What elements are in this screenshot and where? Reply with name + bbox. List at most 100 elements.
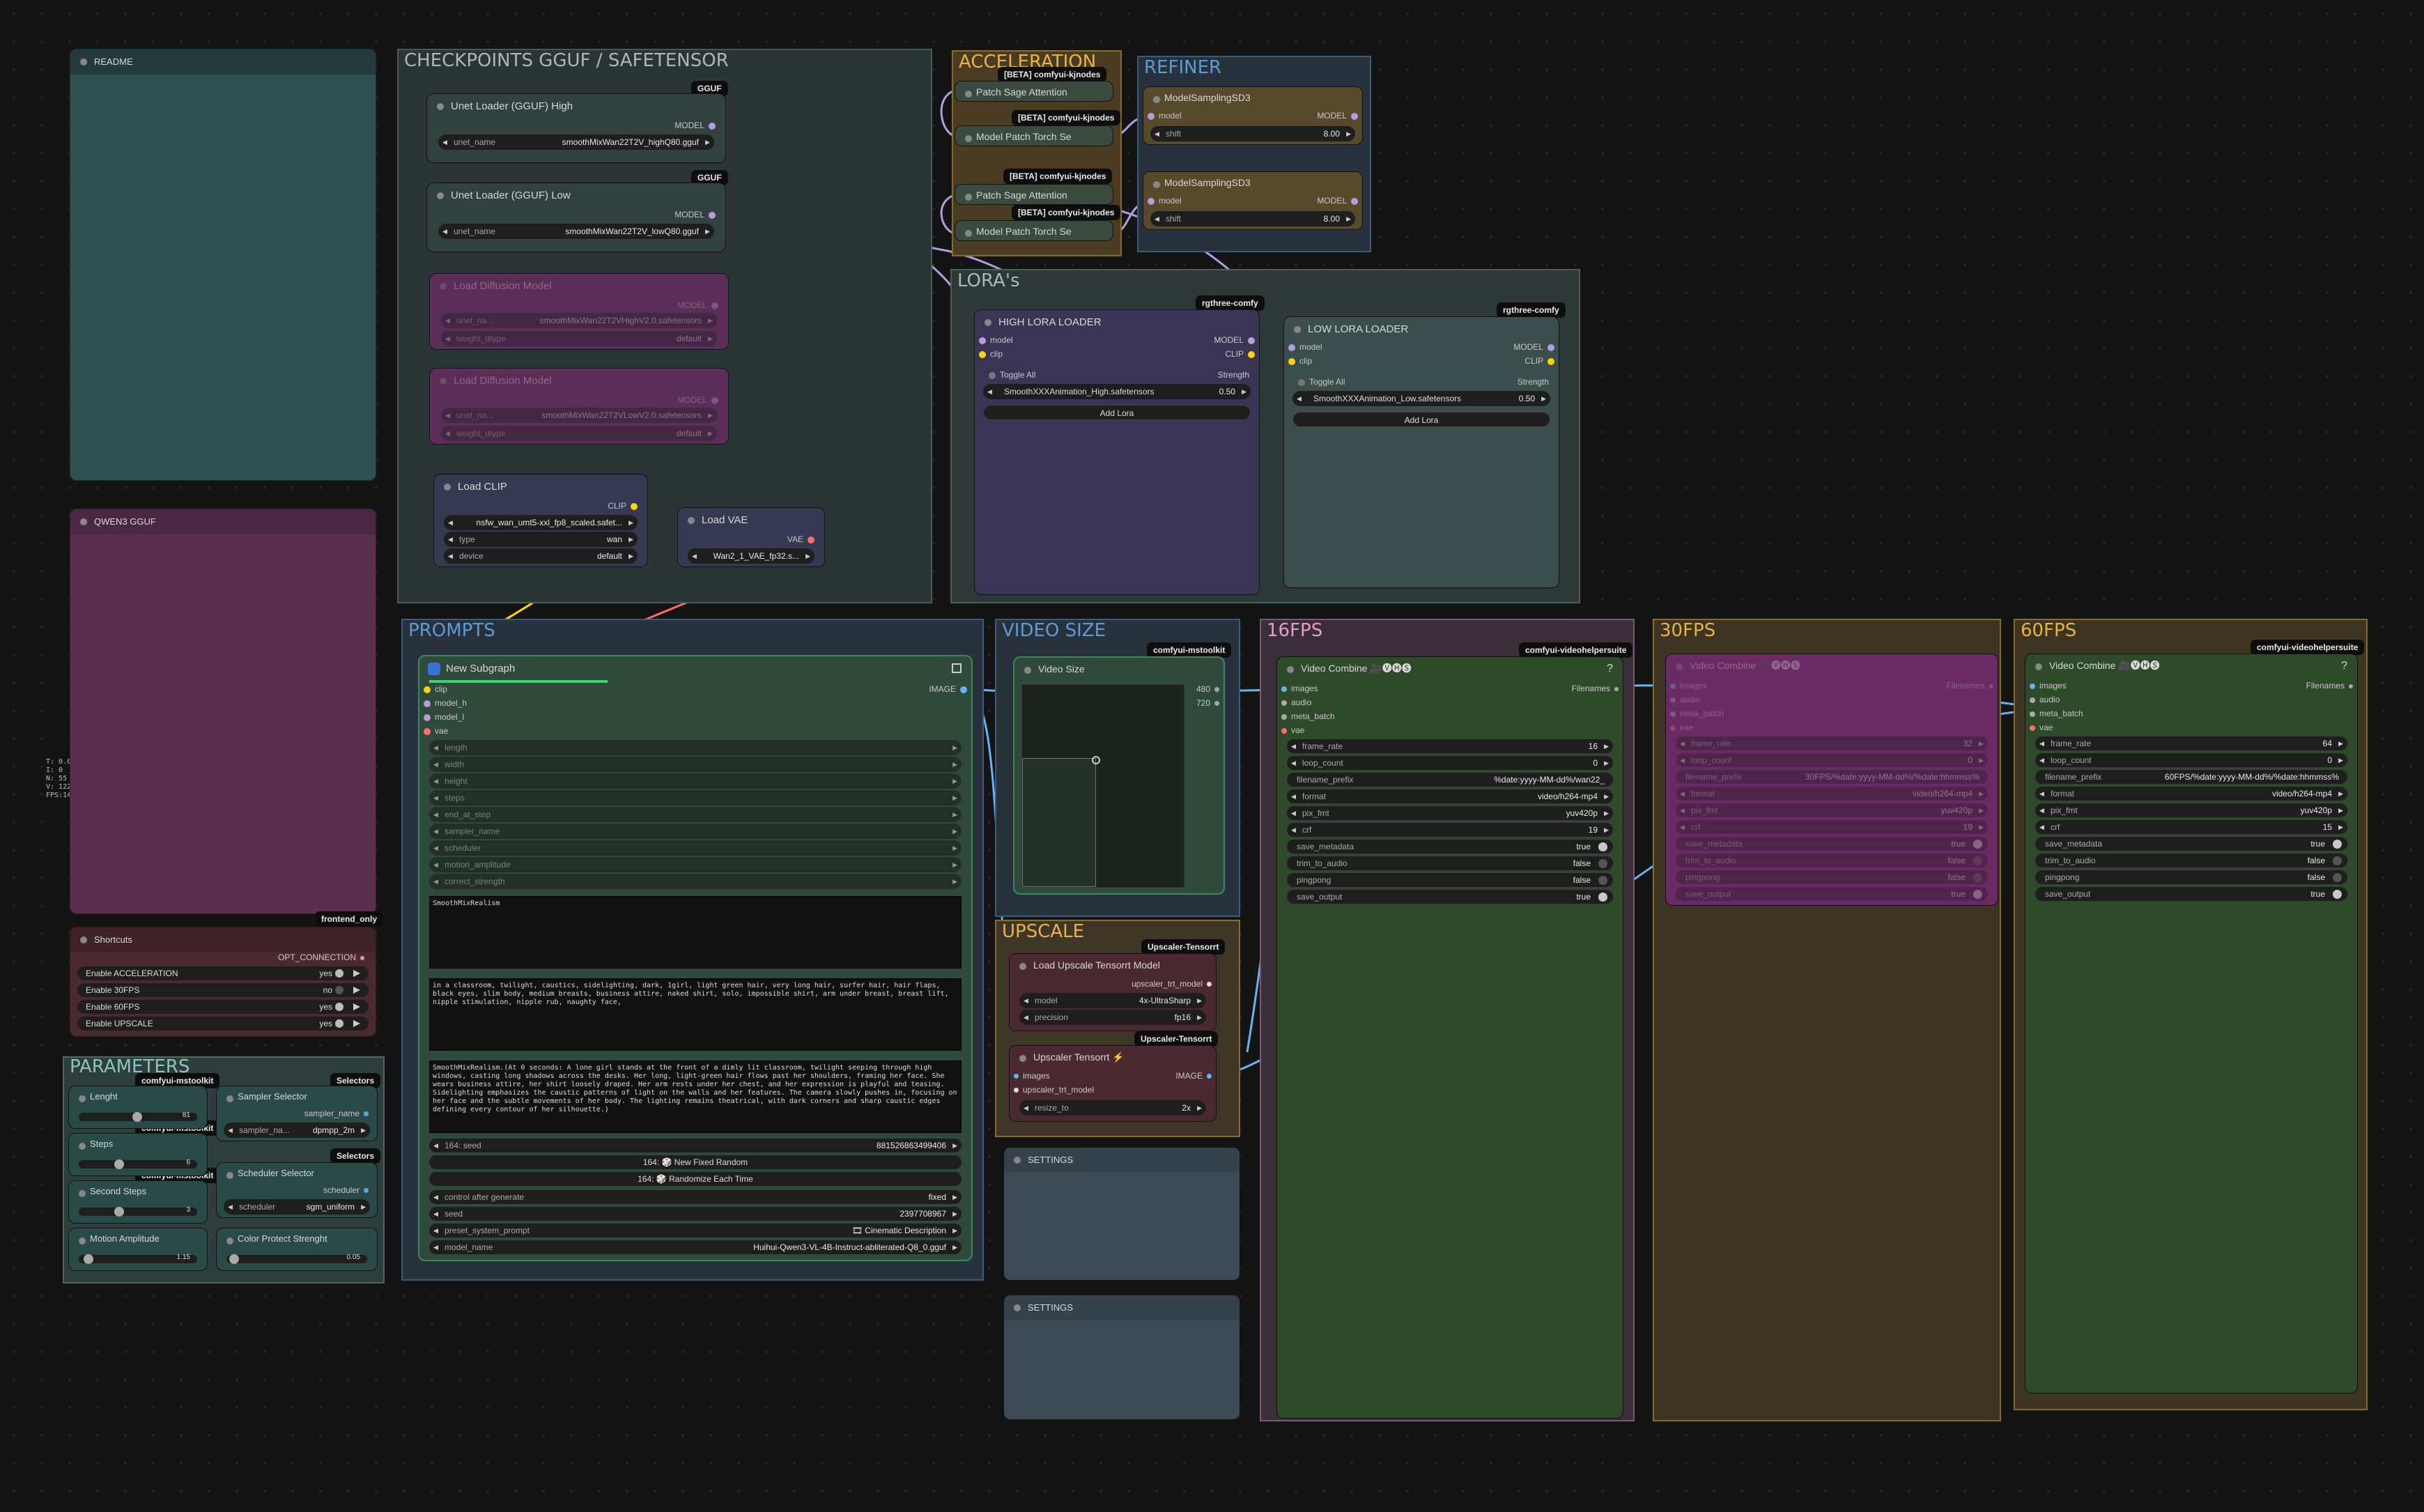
settings-node-1[interactable]: SETTINGS bbox=[1003, 1147, 1240, 1281]
toggle-knob[interactable] bbox=[2333, 840, 2342, 849]
vc30-save-metadata[interactable]: save_metadata true bbox=[1676, 837, 1988, 851]
vc60-trim-to-audio[interactable]: trim_to_audio false bbox=[2035, 854, 2347, 867]
upscaler-trt-out-dot[interactable] bbox=[1207, 982, 1212, 987]
arrow-right-icon[interactable] bbox=[353, 970, 360, 977]
clip-type-widget[interactable]: typewan bbox=[444, 532, 638, 547]
diff2-out-dot[interactable] bbox=[711, 396, 718, 404]
low-lora-add-button[interactable]: Add Lora bbox=[1292, 412, 1550, 427]
prompt-text-style[interactable]: SmoothMixRealism bbox=[429, 896, 962, 969]
vc30-images-in-dot[interactable] bbox=[1670, 683, 1676, 689]
vc30-loop-count[interactable]: loop_count0 bbox=[1676, 753, 1988, 767]
video-combine-60fps[interactable]: Video Combine 🎥🅥🅗🅢 ? Filenames images au… bbox=[2025, 654, 2358, 1394]
vae-name-widget[interactable]: Wan2_1_VAE_fp32.s... bbox=[688, 548, 815, 564]
model-sampling-sd3-2[interactable]: ModelSamplingSD3 model MODEL shift8.00 bbox=[1143, 171, 1363, 230]
subgraph-width-widget[interactable]: width bbox=[429, 757, 962, 772]
vc30-meta-in-dot[interactable] bbox=[1670, 711, 1676, 717]
sd3-1-out-dot[interactable] bbox=[1351, 112, 1358, 120]
toggle-knob[interactable] bbox=[1598, 842, 1607, 851]
vc60-frame-rate[interactable]: frame_rate64 bbox=[2035, 736, 2347, 750]
vc16-format[interactable]: formatvideo/h264-mp4 bbox=[1287, 789, 1613, 803]
vc60-save-output[interactable]: save_output true bbox=[2035, 887, 2347, 901]
new-subgraph-node[interactable]: New Subgraph IMAGE clip model_h model_l … bbox=[418, 655, 973, 1261]
toggle-knob[interactable] bbox=[335, 1003, 343, 1011]
vc30-trim-to-audio[interactable]: trim_to_audio false bbox=[1676, 854, 1988, 867]
upscaler-image-out-dot[interactable] bbox=[1207, 1074, 1212, 1079]
length-slider-knob[interactable] bbox=[132, 1112, 142, 1122]
vc60-filenames-out-dot[interactable] bbox=[2349, 684, 2353, 688]
unet-high-name-widget[interactable]: unet_namesmoothMixWan22T2V_highQ80.gguf bbox=[438, 134, 714, 150]
high-lora-model-out-dot[interactable] bbox=[1248, 337, 1255, 344]
param-steps[interactable]: Steps 6 bbox=[68, 1133, 208, 1176]
qwen-node[interactable]: QWEN3 GGUF bbox=[70, 509, 376, 914]
vc30-crf[interactable]: crf19 bbox=[1676, 820, 1988, 834]
vc60-loop-count[interactable]: loop_count0 bbox=[2035, 753, 2347, 767]
high-lora-clip-out-dot[interactable] bbox=[1248, 350, 1255, 358]
unet-high-out-dot[interactable] bbox=[709, 122, 716, 130]
diff1-unet-widget[interactable]: unet_na...smoothMixWan22T2VHighV2.0.safe… bbox=[441, 313, 717, 328]
sd3-2-out-dot[interactable] bbox=[1351, 197, 1358, 205]
patch-sage-attention-2[interactable]: Patch Sage Attention bbox=[955, 184, 1113, 205]
vc60-audio-in-dot[interactable] bbox=[2030, 697, 2035, 703]
color-slider-knob[interactable] bbox=[229, 1254, 240, 1264]
vc16-pix-fmt[interactable]: pix_fmtyuv420p bbox=[1287, 806, 1613, 820]
toggle-knob[interactable] bbox=[1598, 893, 1607, 902]
video-combine-30fps[interactable]: Video Combine 🎥🅥🅗🅢 Filenames images audi… bbox=[1665, 654, 1998, 906]
toggle-knob[interactable] bbox=[2333, 890, 2342, 899]
diff2-dtype-widget[interactable]: weight_dtypedefault bbox=[441, 426, 717, 441]
param-length[interactable]: Lenght 81 bbox=[68, 1086, 208, 1129]
help-icon[interactable]: ? bbox=[2341, 660, 2347, 672]
toggle-knob[interactable] bbox=[1973, 890, 1982, 899]
toggle-knob[interactable] bbox=[2333, 873, 2342, 882]
toggle-knob[interactable] bbox=[335, 986, 343, 994]
subgraph-scheduler-widget[interactable]: scheduler bbox=[429, 840, 962, 856]
sampler-selector-node[interactable]: Sampler Selector sampler_name sampler_na… bbox=[216, 1086, 378, 1141]
toggle-knob[interactable] bbox=[1598, 876, 1607, 885]
upscaler-images-in-dot[interactable] bbox=[1014, 1074, 1019, 1079]
low-lora-model-in-dot[interactable] bbox=[1288, 344, 1295, 351]
diffusion-model-1-node[interactable]: Load Diffusion Model MODEL unet_na...smo… bbox=[429, 273, 729, 350]
shortcuts-node[interactable]: Shortcuts OPT_CONNECTION Enable ACCELERA… bbox=[70, 927, 376, 1037]
steps-slider-knob[interactable] bbox=[114, 1159, 124, 1169]
color-slider[interactable]: 0.05 bbox=[226, 1253, 367, 1264]
upscaler-model-in-dot[interactable] bbox=[1014, 1088, 1019, 1093]
diffusion-model-2-node[interactable]: Load Diffusion Model MODEL unet_na...smo… bbox=[429, 368, 729, 445]
shortcut-row-acceleration[interactable]: Enable ACCELERATION yes bbox=[77, 966, 369, 980]
shortcut-row-30fps[interactable]: Enable 30FPS no bbox=[77, 983, 369, 997]
vc30-filename-prefix[interactable]: filename_prefix 30FPS/%date:yyyy-MM-dd%/%… bbox=[1676, 770, 1988, 784]
low-lora-toggle-all[interactable] bbox=[1298, 378, 1305, 386]
vc16-images-in-dot[interactable] bbox=[1281, 686, 1287, 692]
subgraph-motion-widget[interactable]: motion_amplitude bbox=[429, 857, 962, 872]
high-lora-model-in-dot[interactable] bbox=[979, 337, 986, 344]
toggle-knob[interactable] bbox=[1973, 873, 1982, 882]
param-motion-amplitude[interactable]: Motion Amplitude 1.15 bbox=[68, 1228, 208, 1271]
upscaler-tensorrt-node[interactable]: Upscaler Tensorrt ⚡ images upscaler_trt_… bbox=[1009, 1045, 1217, 1122]
arrow-right-icon[interactable] bbox=[353, 1020, 360, 1027]
model-sampling-sd3-1[interactable]: ModelSamplingSD3 model MODEL shift8.00 bbox=[1143, 86, 1363, 145]
high-lora-toggle-all[interactable] bbox=[989, 371, 996, 379]
prompt-text-tags[interactable]: in a classroom, twilight, caustics, side… bbox=[429, 978, 962, 1051]
length-slider[interactable]: 81 bbox=[79, 1111, 197, 1122]
upscale-precision-widget[interactable]: precisionfp16 bbox=[1019, 1010, 1206, 1025]
sampler-out-dot[interactable] bbox=[364, 1111, 369, 1117]
vc60-meta-in-dot[interactable] bbox=[2030, 711, 2035, 717]
video-combine-16fps[interactable]: Video Combine 🎥🅥🅗🅢 ? Filenames images au… bbox=[1276, 656, 1623, 1419]
subgraph-length-widget[interactable]: length bbox=[429, 740, 962, 755]
subgraph-end-at-step-widget[interactable]: end_at_step bbox=[429, 807, 962, 822]
vc16-save-metadata[interactable]: save_metadata true bbox=[1287, 840, 1613, 854]
video-size-width-out-dot[interactable] bbox=[1214, 687, 1219, 693]
diff2-unet-widget[interactable]: unet_na...smoothMixWan22T2VLowV2.0.safet… bbox=[441, 408, 717, 423]
vc16-meta-in-dot[interactable] bbox=[1281, 713, 1287, 720]
high-lora-row[interactable]: SmoothXXXAnimation_High.safetensors0.50 bbox=[983, 384, 1251, 399]
motion-slider-knob[interactable] bbox=[83, 1254, 93, 1264]
vc16-pingpong[interactable]: pingpong false bbox=[1287, 873, 1613, 887]
control-after-generate-widget[interactable]: control after generatefixed bbox=[429, 1190, 962, 1204]
subgraph-correct-widget[interactable]: correct_strength bbox=[429, 874, 962, 889]
steps-slider[interactable]: 6 bbox=[79, 1159, 197, 1169]
clip-device-widget[interactable]: devicedefault bbox=[444, 548, 638, 564]
new-fixed-random-button[interactable]: 164: 🎲 New Fixed Random bbox=[429, 1155, 962, 1169]
vc30-frame-rate[interactable]: frame_rate32 bbox=[1676, 736, 1988, 750]
vc30-audio-in-dot[interactable] bbox=[1670, 697, 1676, 703]
model-name-widget[interactable]: model_nameHuihui-Qwen3-VL-4B-Instruct-ab… bbox=[429, 1240, 962, 1254]
sampler-name-widget[interactable]: sampler_na...dpmpp_2m bbox=[224, 1123, 370, 1138]
patch-sage-attention-1[interactable]: Patch Sage Attention bbox=[955, 81, 1113, 102]
